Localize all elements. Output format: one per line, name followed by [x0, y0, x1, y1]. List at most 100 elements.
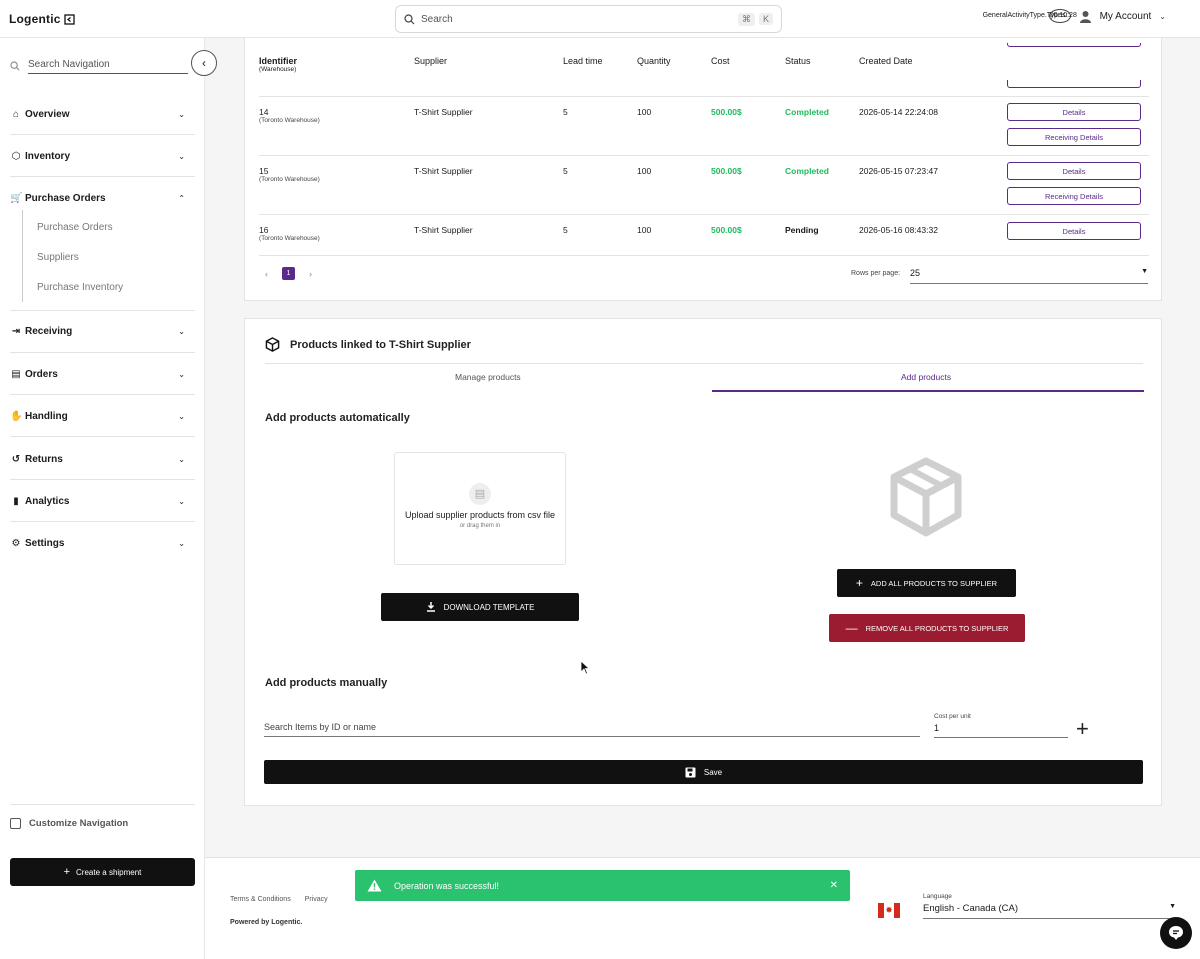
cell-qty: 100 — [637, 225, 652, 235]
page-button[interactable]: 1 — [282, 267, 295, 280]
products-title: Products linked to T-Shirt Supplier — [265, 337, 471, 352]
divider — [10, 521, 195, 522]
logo-text: Logentic — [9, 12, 61, 26]
privacy-link[interactable]: Privacy — [305, 896, 328, 903]
divider — [10, 176, 195, 177]
cube-icon: ⬡ — [11, 150, 21, 162]
partial-button — [1007, 80, 1141, 88]
receiving-icon: ⇥ — [11, 325, 21, 337]
nav-search[interactable]: Search Navigation — [10, 56, 190, 76]
logo[interactable]: Logentic — [9, 12, 75, 26]
col-identifier[interactable]: Identifier (Warehouse) — [259, 56, 297, 73]
terms-link[interactable]: Terms & Conditions — [230, 896, 291, 903]
divider — [10, 310, 195, 311]
sidebar-item-overview[interactable]: ⌂ Overview ⌄ — [10, 104, 185, 124]
chat-icon — [1169, 926, 1183, 940]
row-warehouse: (Toronto Warehouse) — [259, 235, 320, 242]
row-divider — [259, 255, 1149, 256]
add-manual-heading: Add products manually — [265, 677, 388, 689]
language-value: English - Canada (CA) — [923, 903, 1019, 914]
row-warehouse: (Toronto Warehouse) — [259, 176, 320, 183]
sidebar-item-label: Analytics — [25, 495, 70, 507]
details-button[interactable]: Details — [1007, 162, 1141, 180]
remove-all-products-button[interactable]: — REMOVE ALL PRODUCTS TO SUPPLIER — [829, 614, 1025, 642]
tab-manage-products[interactable]: Manage products — [455, 372, 521, 382]
close-icon[interactable]: ✕ — [830, 880, 838, 891]
tab-add-products[interactable]: Add products — [901, 372, 951, 382]
my-account-menu[interactable]: My Account — [1100, 11, 1152, 22]
download-template-button[interactable]: DOWNLOAD TEMPLATE — [381, 593, 579, 621]
customize-checkbox[interactable] — [10, 818, 21, 829]
col-lead-time[interactable]: Lead time — [563, 56, 603, 66]
subitem-purchase-orders[interactable]: Purchase Orders — [37, 222, 113, 233]
add-all-products-button[interactable]: + ADD ALL PRODUCTS TO SUPPLIER — [837, 569, 1016, 597]
customize-navigation[interactable]: Customize Navigation — [10, 818, 128, 829]
collapse-sidebar-button[interactable]: ‹ — [191, 50, 217, 76]
global-search[interactable]: Search ⌘ K — [395, 5, 782, 33]
nav-search-input[interactable]: Search Navigation — [28, 59, 188, 74]
download-icon — [426, 602, 435, 612]
sidebar-item-inventory[interactable]: ⬡ Inventory ⌄ — [10, 146, 185, 166]
sidebar-item-orders[interactable]: ▤ Orders ⌄ — [10, 364, 185, 384]
row-id: 16 — [259, 225, 269, 235]
divider — [10, 134, 195, 135]
footer-links: Terms & Conditions Privacy — [230, 896, 328, 903]
sidebar-item-returns[interactable]: ↺ Returns ⌄ — [10, 449, 185, 469]
sidebar-item-settings[interactable]: ⚙ Settings ⌄ — [10, 533, 185, 553]
receiving-details-button[interactable]: Receiving Details — [1007, 187, 1141, 205]
sidebar-item-purchase-orders[interactable]: 🛒 Purchase Orders ⌃ — [10, 188, 185, 208]
subitem-suppliers[interactable]: Suppliers — [37, 252, 79, 263]
rows-per-page-value: 25 — [910, 268, 921, 278]
gear-icon: ⚙ — [11, 537, 21, 549]
search-icon — [404, 13, 415, 24]
logo-icon — [63, 13, 75, 25]
upload-subtext: or drag them in — [459, 523, 501, 529]
col-supplier[interactable]: Supplier — [414, 56, 447, 66]
col-cost[interactable]: Cost — [711, 56, 730, 66]
cell-created: 2026-05-16 08:43:32 — [859, 225, 938, 235]
cost-per-unit-label: Cost per unit — [934, 713, 971, 720]
activity-type: GeneralActivityType.Types. — [982, 12, 1068, 19]
language-select[interactable]: English - Canada (CA) ▼ — [923, 903, 1176, 919]
cell-identifier: 15 (Toronto Warehouse) — [259, 166, 320, 183]
sidebar-item-receiving[interactable]: ⇥ Receiving ⌄ — [10, 321, 185, 341]
csv-upload-dropzone[interactable]: ▤ Upload supplier products from csv file… — [394, 452, 566, 565]
sidebar-item-label: Orders — [25, 368, 58, 380]
cell-supplier: T-Shirt Supplier — [414, 166, 473, 176]
activity-timer[interactable]: 00:10:28 — [1048, 9, 1077, 23]
create-shipment-button[interactable]: + Create a shipment — [10, 858, 195, 886]
col-status[interactable]: Status — [785, 56, 811, 66]
chevron-down-icon: ⌄ — [178, 454, 185, 464]
partial-button — [1007, 43, 1141, 47]
rows-per-page-select[interactable]: 25 ▼ — [910, 268, 1148, 284]
subitem-purchase-inventory[interactable]: Purchase Inventory — [37, 282, 123, 293]
details-button[interactable]: Details — [1007, 222, 1141, 240]
add-item-plus-icon[interactable]: + — [1076, 716, 1089, 742]
warning-icon — [367, 879, 382, 892]
products-card: Products linked to T-Shirt Supplier Mana… — [244, 318, 1162, 806]
chat-button[interactable] — [1160, 917, 1192, 949]
document-icon: ▤ — [11, 368, 21, 380]
cost-per-unit-input[interactable]: 1 — [934, 723, 1068, 738]
empty-box-icon — [890, 457, 962, 537]
receiving-details-button[interactable]: Receiving Details — [1007, 128, 1141, 146]
chevron-down-icon: ⌄ — [178, 151, 185, 161]
shortcut-k: K — [758, 13, 773, 25]
active-tab-indicator — [712, 390, 1144, 392]
item-search-input[interactable]: Search Items by ID or name — [264, 722, 920, 737]
chevron-down-icon: ⌄ — [178, 369, 185, 379]
col-quantity[interactable]: Quantity — [637, 56, 671, 66]
sidebar-item-label: Handling — [25, 410, 68, 422]
add-all-label: ADD ALL PRODUCTS TO SUPPLIER — [870, 578, 998, 588]
row-id: 14 — [259, 107, 269, 117]
col-created[interactable]: Created Date — [859, 56, 913, 66]
sidebar-item-handling[interactable]: ✋ Handling ⌄ — [10, 406, 185, 426]
prev-page-icon[interactable]: ‹ — [265, 269, 268, 279]
purchase-orders-subnav: Purchase Orders Suppliers Purchase Inven… — [22, 210, 182, 302]
sidebar-item-label: Purchase Orders — [25, 192, 106, 204]
divider — [10, 436, 195, 437]
save-button[interactable]: Save — [264, 760, 1143, 784]
details-button[interactable]: Details — [1007, 103, 1141, 121]
sidebar-item-analytics[interactable]: ▮ Analytics ⌄ — [10, 491, 185, 511]
next-page-icon[interactable]: › — [309, 269, 312, 279]
